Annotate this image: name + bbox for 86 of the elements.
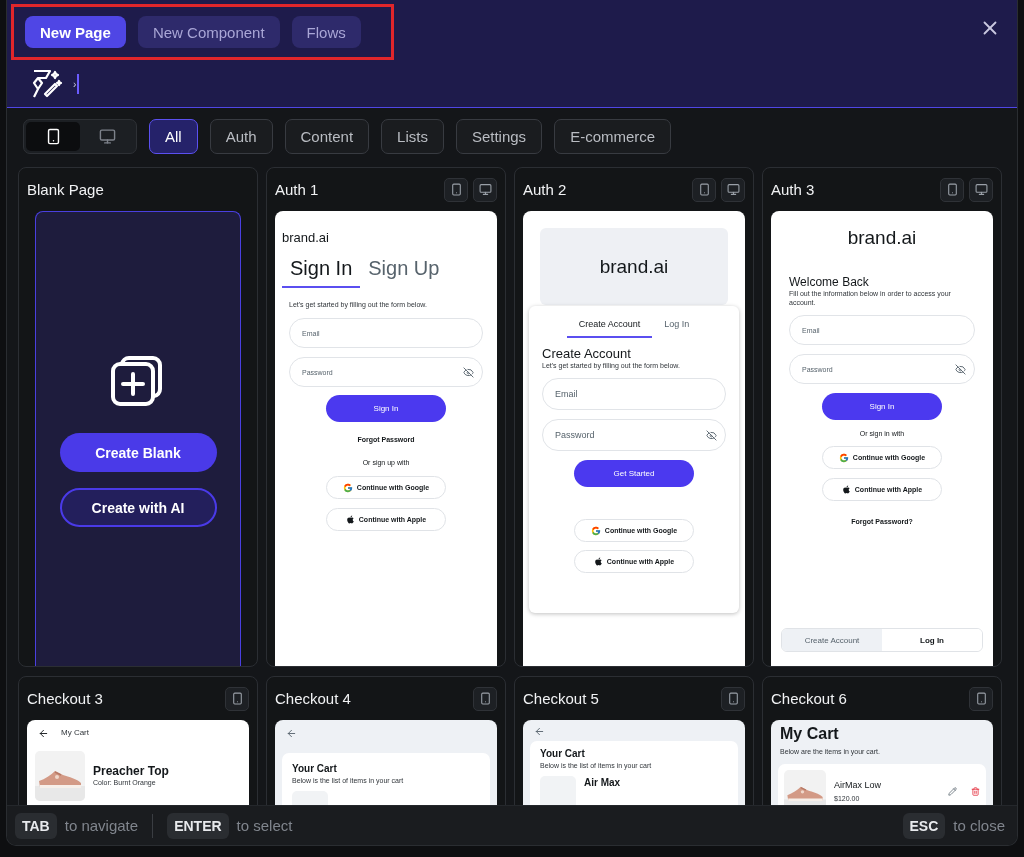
card-title: Checkout 4 [275,690,351,707]
heading: Create Account [542,346,632,361]
hint-text: to close [953,817,1005,834]
create-blank-button[interactable]: Create Blank [59,433,217,472]
brand-name: brand.ai [282,230,329,245]
device-button[interactable] [473,177,497,202]
device-button[interactable] [721,686,745,711]
bar-title: My Cart [61,728,89,739]
brand-name: brand.ai [847,227,917,249]
segment[interactable]: Create Account [782,629,882,651]
brand-name: brand.ai [599,255,669,278]
item-name: AirMax Low [834,779,882,790]
create-ai-button[interactable]: Create with AI [59,488,217,527]
sign-in-button[interactable]: Sign In [822,393,942,421]
eye-off-icon [706,429,717,441]
device-button[interactable] [692,177,716,202]
card-title: Auth 1 [275,181,319,198]
item-name: Air Max [584,777,621,789]
key-badge: ESC [902,812,946,839]
get-started-button[interactable]: Get Started [574,460,694,488]
monitor-icon [98,127,116,145]
key-badge: TAB [15,812,57,839]
google-icon [590,525,601,536]
apple-icon [593,557,603,567]
monitor-icon [974,183,988,196]
item-name: Preacher Top [93,764,169,779]
sign-in-button[interactable]: Sign In [326,395,446,423]
tab[interactable]: New Component [137,16,280,48]
phone-icon [945,183,959,196]
tab[interactable]: Log In [652,316,702,338]
device-button[interactable] [721,177,745,202]
filter-chip[interactable]: Lists [381,118,444,154]
tab[interactable]: Sign In [282,253,361,288]
device-button[interactable] [969,686,993,711]
phone-icon [230,692,244,705]
heading: My Cart [780,725,840,743]
card-title: Auth 2 [523,181,567,198]
hint-text: to select [236,817,293,834]
card-title: Checkout 3 [27,690,103,707]
apple-icon [345,515,355,525]
eye-off-icon [955,363,966,375]
device-button[interactable] [940,177,964,202]
filter-chip[interactable]: Auth [209,118,273,154]
apple-icon [841,485,851,495]
template-card[interactable]: Blank Page Create Blank Create with AI [18,167,258,667]
tab[interactable]: Create Account [566,316,653,338]
device-option[interactable] [26,121,80,151]
card-title: Blank Page [27,181,104,198]
back-arrow-icon[interactable] [38,728,49,739]
filter-chip[interactable]: All [149,118,198,154]
placeholder-text: Password [555,430,595,441]
phone-icon [449,183,463,196]
filter-chip[interactable]: E-commerce [554,118,672,154]
filter-chip[interactable]: Settings [455,118,543,154]
google-icon [342,482,353,493]
device-button[interactable] [225,686,249,711]
phone-icon [478,692,492,705]
eye-off-icon [463,366,474,378]
tab[interactable]: Sign Up [360,253,448,288]
heading: Your Cart [292,763,338,774]
tab[interactable]: New Page [25,16,126,48]
card-title: Auth 3 [771,181,815,198]
device-button[interactable] [444,177,468,202]
card-title: Checkout 5 [523,690,599,707]
phone-icon [974,692,988,705]
item-thumbnail [540,776,576,805]
heading: Your Cart [540,748,586,759]
template-card[interactable] [762,167,1002,667]
device-button[interactable] [969,177,993,202]
key-badge: ENTER [167,812,229,839]
card-title: Checkout 6 [771,690,847,707]
delete-icon[interactable] [971,786,980,796]
tab[interactable]: Flows [291,16,361,48]
device-button[interactable] [473,686,497,711]
input-field[interactable]: Email [542,378,726,411]
monitor-icon [478,183,492,196]
input-field[interactable]: Password [542,419,726,452]
hint-text: to navigate [64,817,139,834]
monitor-icon [726,183,740,196]
heading: Welcome Back [789,275,870,289]
placeholder-text: Email [555,389,578,400]
filter-chip[interactable]: Content [284,118,370,154]
google-icon [838,452,849,463]
phone-icon [697,183,711,196]
prompt-field[interactable]: › [69,70,84,98]
phone-icon [726,692,740,705]
